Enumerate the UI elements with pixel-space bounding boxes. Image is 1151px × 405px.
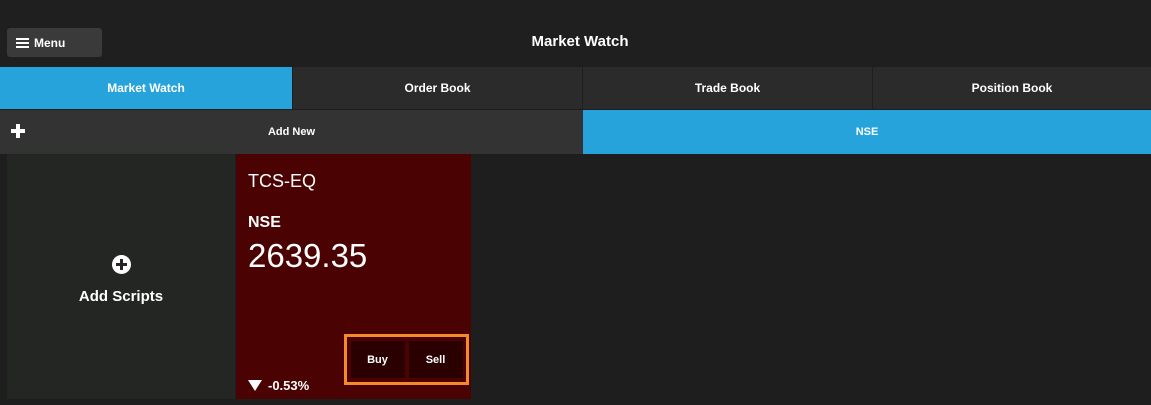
script-grid: Add Scripts TCS-EQ NSE 2639.35 -0.53% Bu…: [0, 154, 1151, 405]
tab-position-book[interactable]: Position Book: [873, 67, 1151, 109]
script-card[interactable]: TCS-EQ NSE 2639.35 -0.53% Buy Sell: [236, 154, 471, 399]
plus-icon: [11, 124, 25, 138]
trade-button-group: Buy Sell: [344, 334, 469, 385]
watchlist-bar: Add New NSE: [0, 110, 1151, 154]
script-symbol: TCS-EQ: [248, 171, 317, 191]
buy-button[interactable]: Buy: [350, 341, 405, 378]
tab-market-watch[interactable]: Market Watch: [0, 67, 293, 109]
tab-bar: Market Watch Order Book Trade Book Posit…: [0, 67, 1151, 109]
hamburger-icon: [16, 37, 29, 48]
script-exchange: NSE: [248, 214, 281, 231]
menu-label: Menu: [34, 35, 66, 50]
add-new-button[interactable]: Add New: [0, 110, 583, 154]
sell-button[interactable]: Sell: [408, 341, 463, 378]
add-scripts-label: Add Scripts: [78, 287, 164, 305]
script-price: 2639.35: [248, 237, 368, 274]
add-new-label: Add New: [267, 126, 316, 138]
price-change: -0.53%: [248, 378, 309, 393]
menu-button[interactable]: Menu: [7, 28, 102, 57]
triangle-down-icon: [248, 380, 262, 391]
page-title: Market Watch: [531, 33, 629, 50]
tab-trade-book[interactable]: Trade Book: [583, 67, 873, 109]
top-bar: Menu Market Watch: [0, 0, 1151, 67]
circle-plus-icon: [111, 254, 131, 274]
tab-nse[interactable]: NSE: [583, 110, 1151, 154]
tab-order-book[interactable]: Order Book: [293, 67, 583, 109]
add-scripts-tile[interactable]: Add Scripts: [7, 154, 235, 399]
change-percent: -0.53%: [268, 378, 310, 393]
